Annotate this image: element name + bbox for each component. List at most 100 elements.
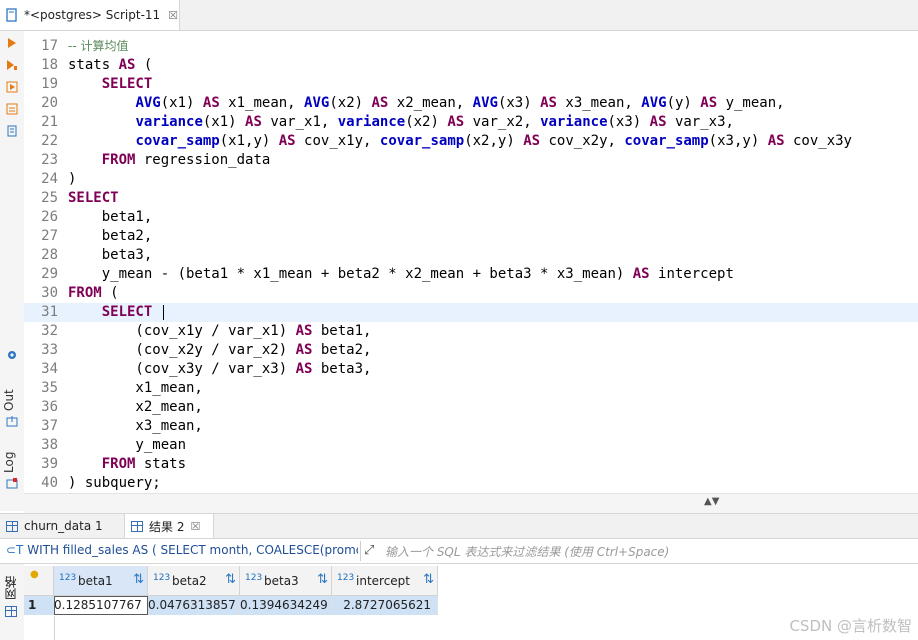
expand-filter-icon[interactable]: ⤢: [364, 543, 374, 558]
code-token: (: [135, 57, 153, 73]
settings-gear-icon[interactable]: [4, 347, 20, 363]
table-cell-intercept[interactable]: 2.8727065621: [332, 596, 438, 615]
code-line[interactable]: 21 variance(x1) AS var_x1, variance(x2) …: [24, 113, 918, 132]
grid-view-toggle[interactable]: 网格: [2, 572, 22, 604]
output-panel-icon[interactable]: [4, 413, 20, 429]
code-token: beta2,: [312, 342, 372, 358]
panel-resize-arrows-icon[interactable]: ▲▼: [704, 496, 719, 507]
code-token: (: [101, 285, 119, 301]
watermark: CSDN @言析数智: [789, 617, 912, 635]
code-line[interactable]: 17 -- 计算均值: [24, 37, 918, 56]
code-line[interactable]: 35 x1_mean,: [24, 379, 918, 398]
code-line[interactable]: 31 SELECT: [24, 303, 918, 322]
code-line[interactable]: 39 FROM stats: [24, 455, 918, 474]
column-header-beta2[interactable]: 123 beta2 ⇅: [148, 566, 240, 596]
editor-horizontal-scrollbar[interactable]: ▲▼: [24, 493, 918, 514]
execute-new-tab-icon[interactable]: [4, 79, 20, 95]
sql-keyword: AS: [447, 114, 465, 130]
execute-statement-icon[interactable]: [4, 35, 20, 51]
sort-filter-icon[interactable]: ⇅: [423, 572, 434, 587]
line-number: 35: [41, 380, 58, 396]
sql-keyword: SELECT: [101, 76, 153, 92]
code-line[interactable]: 24): [24, 170, 918, 189]
table-cell-beta3[interactable]: 0.1394634249: [240, 596, 332, 615]
line-number: 23: [41, 152, 58, 168]
code-token: beta3,: [68, 247, 153, 263]
code-token: var_x1,: [261, 114, 338, 130]
code-line[interactable]: 19 SELECT: [24, 75, 918, 94]
sql-keyword: AS: [371, 95, 389, 111]
column-header-beta3[interactable]: 123 beta3 ⇅: [240, 566, 332, 596]
line-number: 39: [41, 456, 58, 472]
log-panel-toggle[interactable]: Log: [2, 449, 22, 475]
sql-script-icon: [6, 8, 17, 22]
sql-keyword: AS: [523, 133, 541, 149]
code-line[interactable]: 26 beta1,: [24, 208, 918, 227]
code-line[interactable]: 40) subquery;: [24, 474, 918, 493]
output-panel-toggle[interactable]: Out: [2, 385, 22, 415]
grid-view-icon[interactable]: [5, 606, 17, 617]
code-line[interactable]: 33 (cov_x2y / var_x2) AS beta2,: [24, 341, 918, 360]
executed-query-label: WITH filled_sales AS ( SELECT month, COA…: [27, 543, 358, 557]
sql-function: variance: [135, 114, 203, 130]
table-cell-beta2[interactable]: 0.0476313857: [148, 596, 240, 615]
load-plan-icon[interactable]: [4, 123, 20, 139]
code-text: variance(x1) AS var_x1, variance(x2) AS …: [68, 113, 734, 132]
code-line[interactable]: 32 (cov_x1y / var_x1) AS beta1,: [24, 322, 918, 341]
sort-filter-icon[interactable]: ⇅: [317, 572, 328, 587]
editor-side-toolbar: Out Log: [0, 31, 25, 511]
sql-keyword: AS: [540, 95, 557, 111]
code-line[interactable]: 38 y_mean: [24, 436, 918, 455]
code-line[interactable]: 30 FROM (: [24, 284, 918, 303]
filter-expression-input[interactable]: 输入一个 SQL 表达式来过滤结果 (使用 Ctrl+Space): [385, 543, 669, 560]
sql-editor[interactable]: 17 -- 计算均值 18 stats AS (19 SELECT 20 AVG(x1)…: [24, 31, 918, 493]
code-line[interactable]: 27 beta2,: [24, 227, 918, 246]
code-line[interactable]: 18 stats AS (: [24, 56, 918, 75]
code-token: x2_mean,: [388, 95, 473, 111]
code-line[interactable]: 34 (cov_x3y / var_x3) AS beta3,: [24, 360, 918, 379]
code-line[interactable]: 20 AVG(x1) AS x1_mean, AVG(x2) AS x2_mea…: [24, 94, 918, 113]
result-tab-result-2[interactable]: 结果 2 ☒: [124, 514, 214, 538]
code-line[interactable]: 23 FROM regression_data: [24, 151, 918, 170]
code-line[interactable]: 37 x3_mean,: [24, 417, 918, 436]
code-text: stats AS (: [68, 56, 152, 75]
code-line[interactable]: 36 x2_mean,: [24, 398, 918, 417]
sql-keyword: AS: [118, 57, 136, 73]
result-tab-churn-data[interactable]: churn_data 1: [0, 514, 120, 538]
line-number: 34: [41, 361, 58, 377]
code-line[interactable]: 29 y_mean - (beta1 * x1_mean + beta2 * x…: [24, 265, 918, 284]
numeric-type-icon: 123: [245, 573, 263, 583]
column-header-intercept[interactable]: 123 intercept ⇅: [332, 566, 438, 596]
sql-function: covar_samp: [135, 133, 220, 149]
close-tab-icon[interactable]: ☒: [190, 520, 200, 533]
explain-plan-icon[interactable]: [4, 101, 20, 117]
close-tab-icon[interactable]: ☒: [168, 9, 178, 22]
sql-keyword: AS: [245, 114, 262, 130]
numeric-type-icon: 123: [153, 573, 171, 583]
editor-tab-script[interactable]: *<postgres> Script-11 ☒: [0, 0, 180, 30]
table-cell-beta1[interactable]: 0.1285107767: [54, 596, 148, 615]
execute-script-icon[interactable]: [4, 57, 20, 73]
editor-tab-title: *<postgres> Script-11: [24, 8, 161, 22]
code-token: beta3,: [312, 361, 372, 377]
column-header-beta1[interactable]: 123 beta1 ⇅: [54, 566, 148, 596]
log-panel-icon[interactable]: [4, 475, 20, 491]
executed-query-text[interactable]: ⊂T WITH filled_sales AS ( SELECT month, …: [6, 543, 358, 557]
code-token: (x2,y): [464, 133, 524, 149]
code-token: (x3): [497, 95, 541, 111]
row-number[interactable]: 1: [24, 596, 54, 615]
code-text: beta2,: [68, 227, 153, 246]
code-line[interactable]: 22 covar_samp(x1,y) AS cov_x1y, covar_sa…: [24, 132, 918, 151]
code-text: x3_mean,: [68, 417, 202, 436]
code-token: y_mean: [68, 437, 187, 453]
sort-filter-icon[interactable]: ⇅: [133, 572, 144, 587]
sql-keyword: AS: [295, 323, 313, 339]
sort-filter-icon[interactable]: ⇅: [225, 572, 236, 587]
line-number: 38: [41, 437, 58, 453]
code-token: ): [68, 171, 77, 187]
code-line[interactable]: 25 SELECT: [24, 189, 918, 208]
code-line[interactable]: 28 beta3,: [24, 246, 918, 265]
code-text: FROM stats: [68, 455, 186, 474]
